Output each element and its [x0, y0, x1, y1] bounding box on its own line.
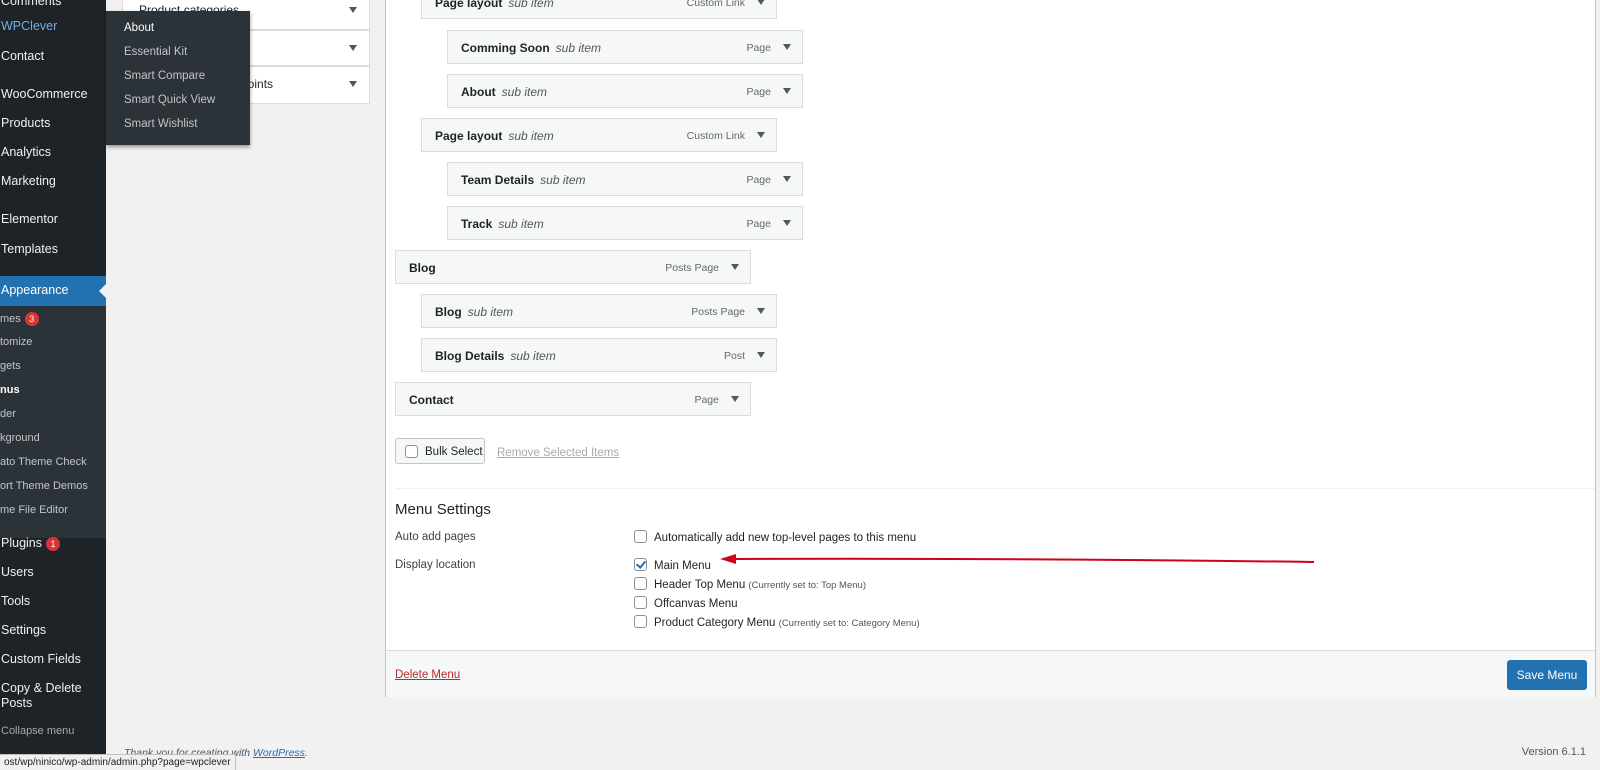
menu-item-page-layout[interactable]: Page layout sub item Custom Link [421, 0, 777, 19]
sidebar-item-analytics[interactable]: Analytics [1, 145, 51, 159]
location-product-category-menu[interactable]: Product Category Menu (Currently set to:… [634, 615, 920, 629]
divider [395, 488, 1595, 489]
submenu-item-themes[interactable]: mes 3 [0, 312, 39, 326]
chevron-down-icon[interactable] [757, 0, 765, 5]
bulk-select-checkbox[interactable] [405, 445, 418, 458]
annotation-arrow-icon [720, 554, 1315, 564]
menu-item-blog-sub[interactable]: Blog sub item Posts Page [421, 294, 777, 328]
location-main-menu[interactable]: Main Menu [634, 558, 711, 572]
submenu-item-header[interactable]: der [0, 408, 16, 420]
menu-item-blog[interactable]: Blog Posts Page [395, 250, 751, 284]
sidebar-item-products[interactable]: Products [1, 116, 50, 130]
chevron-down-icon[interactable] [731, 396, 739, 402]
chevron-down-icon[interactable] [783, 44, 791, 50]
menu-item-comming-soon[interactable]: Comming Soon sub item Page [447, 30, 803, 64]
submenu-item-background[interactable]: kground [0, 432, 40, 444]
sidebar-item-custom-fields[interactable]: Custom Fields [1, 652, 81, 666]
sidebar-item-appearance[interactable]: Appearance [0, 276, 106, 306]
flyout-item-smart-compare[interactable]: Smart Compare [124, 70, 205, 82]
sidebar-item-label: Appearance [1, 283, 69, 297]
chevron-down-icon [349, 7, 357, 13]
update-count-badge: 3 [24, 312, 39, 326]
location-header-top-menu[interactable]: Header Top Menu (Currently set to: Top M… [634, 577, 866, 591]
submenu-item-customize[interactable]: tomize [0, 336, 32, 348]
menu-item-about[interactable]: About sub item Page [447, 74, 803, 108]
sidebar-item-copy-delete[interactable]: Copy & Delete [1, 681, 82, 695]
menu-item-track[interactable]: Track sub item Page [447, 206, 803, 240]
flyout-item-essential-kit[interactable]: Essential Kit [124, 46, 187, 58]
wpclever-flyout-menu: About Essential Kit Smart Compare Smart … [106, 11, 250, 145]
chevron-down-icon[interactable] [757, 132, 765, 138]
flyout-item-smart-quick-view[interactable]: Smart Quick View [124, 94, 215, 106]
submenu-item-theme-file-editor[interactable]: me File Editor [0, 504, 68, 516]
menu-editor-panel: Page layout sub item Custom Link Comming … [385, 0, 1596, 697]
chevron-down-icon[interactable] [783, 176, 791, 182]
sidebar-item-plugins[interactable]: Plugins 1 [1, 536, 60, 551]
bulk-select-button[interactable]: Bulk Select [395, 438, 485, 464]
collapse-menu-button[interactable]: Collapse menu [1, 725, 74, 737]
sidebar-item-users[interactable]: Users [1, 565, 34, 579]
flyout-item-smart-wishlist[interactable]: Smart Wishlist [124, 118, 197, 130]
chevron-down-icon[interactable] [783, 88, 791, 94]
submenu-item-widgets[interactable]: gets [0, 360, 21, 372]
sidebar-item-comments[interactable]: Comments [1, 0, 61, 8]
menu-actions-bar: Delete Menu Save Menu [386, 650, 1595, 697]
flyout-item-about[interactable]: About [124, 22, 154, 34]
current-menu-arrow-icon [99, 284, 106, 298]
browser-status-url: ost/wp/ninico/wp-admin/admin.php?page=wp… [0, 754, 236, 770]
sidebar-item-marketing[interactable]: Marketing [1, 174, 56, 188]
submenu-item-import-demos[interactable]: ort Theme Demos [0, 480, 88, 492]
chevron-down-icon [349, 81, 357, 87]
delete-menu-link[interactable]: Delete Menu [395, 669, 460, 681]
admin-sidebar: Comments WPClever Contact WooCommerce Pr… [0, 0, 106, 769]
menu-item-team-details[interactable]: Team Details sub item Page [447, 162, 803, 196]
auto-add-pages-label: Auto add pages [395, 531, 476, 543]
sidebar-item-settings[interactable]: Settings [1, 623, 46, 637]
chevron-down-icon[interactable] [757, 352, 765, 358]
plugins-update-badge: 1 [46, 536, 60, 551]
chevron-down-icon[interactable] [783, 220, 791, 226]
sidebar-item-elementor[interactable]: Elementor [1, 212, 58, 226]
display-location-label: Display location [395, 559, 476, 571]
auto-add-pages-option[interactable]: Automatically add new top-level pages to… [634, 530, 916, 544]
sidebar-item-contact[interactable]: Contact [1, 49, 44, 63]
menu-item-contact[interactable]: Contact Page [395, 382, 751, 416]
sidebar-item-woocommerce[interactable]: WooCommerce [1, 87, 88, 101]
chevron-down-icon[interactable] [731, 264, 739, 270]
product-category-menu-checkbox[interactable] [634, 615, 647, 628]
sidebar-item-templates[interactable]: Templates [1, 242, 58, 256]
appearance-submenu: mes 3 tomize gets nus der kground ato The… [0, 306, 106, 538]
save-menu-button[interactable]: Save Menu [1507, 660, 1587, 690]
main-menu-checkbox[interactable] [634, 558, 647, 571]
wordpress-link[interactable]: WordPress [253, 747, 305, 759]
menu-item-blog-details[interactable]: Blog Details sub item Post [421, 338, 777, 372]
header-top-menu-checkbox[interactable] [634, 577, 647, 590]
remove-selected-items-link[interactable]: Remove Selected Items [497, 447, 619, 459]
submenu-item-menus[interactable]: nus [0, 384, 20, 396]
offcanvas-menu-checkbox[interactable] [634, 596, 647, 609]
chevron-down-icon [349, 45, 357, 51]
version-text: Version 6.1.1 [1521, 746, 1586, 758]
sidebar-item-tools[interactable]: Tools [1, 594, 30, 608]
sidebar-item-wpclever[interactable]: WPClever [1, 19, 57, 33]
submenu-item-theme-check[interactable]: ato Theme Check [0, 456, 87, 468]
menu-item-page-layout-2[interactable]: Page layout sub item Custom Link [421, 118, 777, 152]
sidebar-item-copy-delete-line2[interactable]: Posts [1, 696, 32, 710]
location-offcanvas-menu[interactable]: Offcanvas Menu [634, 596, 738, 610]
auto-add-pages-checkbox[interactable] [634, 530, 647, 543]
menu-settings-title: Menu Settings [395, 501, 491, 518]
chevron-down-icon[interactable] [757, 308, 765, 314]
